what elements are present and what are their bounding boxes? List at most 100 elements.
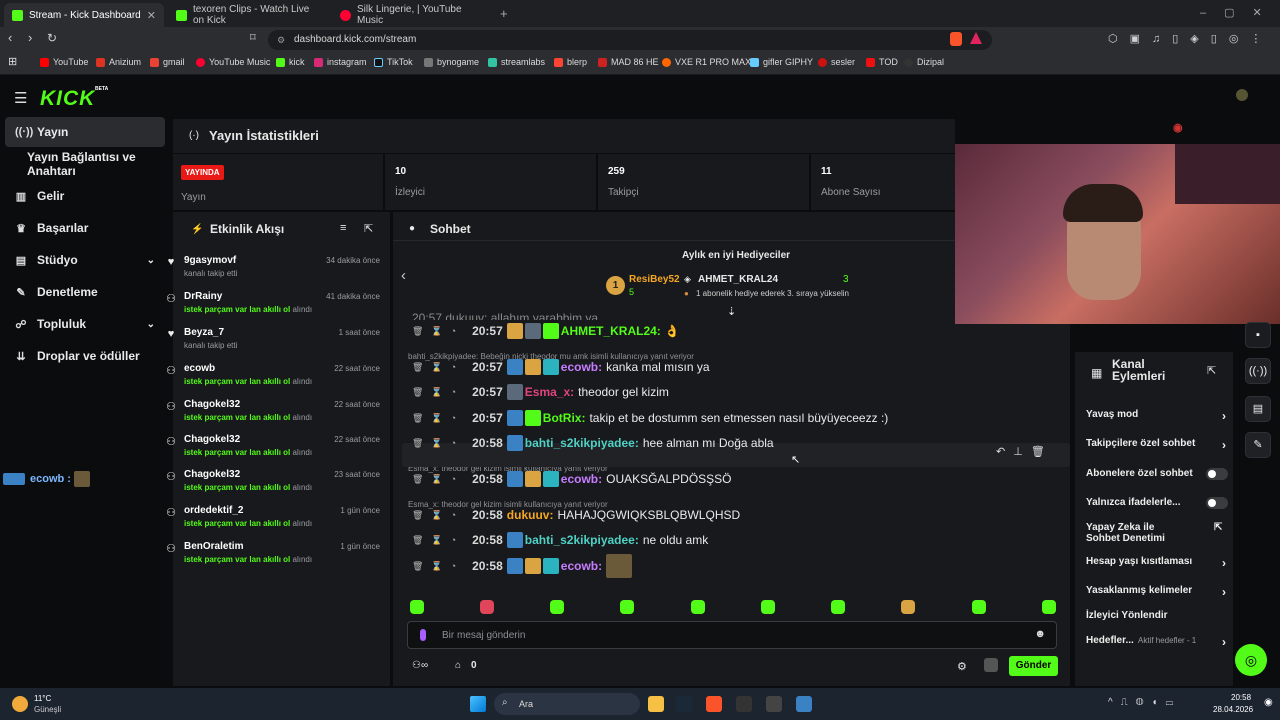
chat-message[interactable]: 🗑⌛◔ 20:58 dukuuv: HAHAJQGWIQKSBLQBWLQHSD — [412, 504, 740, 526]
channel-action-item[interactable]: Yasaklanmış kelimeler › — [1086, 585, 1226, 599]
channel-action-item[interactable]: Yapay Zeka ile Sohbet Denetimi ⇱ — [1086, 522, 1222, 544]
chat-message[interactable]: 🗑⌛◔ 20:58 bahti_s2kikpiyadee: ne oldu amk — [412, 529, 708, 551]
apps-grid-icon[interactable]: ⊞ — [8, 55, 17, 68]
activity-item[interactable]: ⚇ Chagokel32 istek parçam var lan akıllı o… — [166, 434, 384, 457]
nav-droplar[interactable]: ⇊ Droplar ve ödüller — [5, 341, 165, 371]
pin-icon[interactable]: ⊥ — [1013, 445, 1023, 465]
toggle-switch[interactable] — [1206, 497, 1228, 509]
quick-emote-icon[interactable] — [620, 600, 634, 614]
message-username[interactable]: BotRix: — [543, 411, 586, 425]
settings-icon[interactable]: ⚙ — [957, 660, 967, 673]
app-icon[interactable] — [796, 696, 812, 712]
chat-message[interactable]: 🗑⌛◔ 20:58 bahti_s2kikpiyadee: hee alman mı … — [412, 432, 774, 454]
message-username[interactable]: ecowb: — [561, 559, 602, 573]
microphone-icon[interactable] — [420, 629, 426, 641]
wrench-rail-icon[interactable]: ✎ — [1245, 432, 1271, 458]
reply-icon[interactable]: ↶ — [996, 445, 1005, 465]
tab-texoren-clips[interactable]: texoren Clips - Watch Live on Kick — [168, 3, 328, 27]
activity-item[interactable]: ⚇ Chagokel32 istek parçam var lan akıllı o… — [166, 399, 384, 422]
activity-item[interactable]: ⚇ ordedektif_2 istek parçam var lan akıllı… — [166, 505, 384, 528]
bookmark-mad86he[interactable]: MAD 86 HE — [598, 57, 659, 67]
activity-item[interactable]: ⚇ BenOraletim istek parçam var lan akıllı … — [166, 541, 384, 564]
channel-action-item[interactable]: Hedefler... › Aktif hedefler - 1 — [1086, 635, 1226, 649]
chat-message[interactable]: 🗑⌛◔ 20:57 Esma_x: theodor gel kizim — [412, 381, 669, 403]
back-icon[interactable]: ‹ — [8, 30, 12, 45]
brave-rewards-icon[interactable] — [970, 32, 982, 44]
taskbar-search[interactable]: ⌕ Ara — [494, 693, 640, 715]
bookmark-blerp[interactable]: blerp — [554, 57, 587, 67]
steam-icon[interactable] — [676, 696, 692, 712]
channel-action-item[interactable]: İzleyici Yönlendir — [1086, 610, 1226, 621]
bookmark-vxe[interactable]: VXE R1 PRO MAX — [662, 57, 751, 67]
url-field[interactable]: ⚙ dashboard.kick.com/stream — [268, 30, 992, 50]
bookmark-sesler[interactable]: sesler — [818, 57, 855, 67]
moderation-icons[interactable]: 🗑⌛◔ — [412, 510, 464, 521]
nav-topluluk[interactable]: ☍ Topluluk ⌄ — [5, 309, 165, 339]
bookmark-icon[interactable]: ⌑ — [250, 31, 256, 44]
nav-gelir[interactable]: ▥ Gelir — [5, 181, 165, 211]
send-button[interactable]: Gönder — [1009, 656, 1058, 676]
bookmark-bynogame[interactable]: bynogame — [424, 57, 479, 67]
epic-games-icon[interactable] — [736, 696, 752, 712]
nav-studyo[interactable]: ▤ Stüdyo ⌄ — [5, 245, 165, 275]
avatar[interactable] — [1236, 89, 1248, 101]
windows-start-icon[interactable] — [470, 696, 486, 712]
tab-youtube-music[interactable]: Silk Lingerie, | YouTube Music — [332, 3, 492, 27]
reload-icon[interactable]: ↻ — [47, 31, 57, 45]
chat-message[interactable]: 🗑⌛◔ 20:57 ecowb: kanka mal mısın ya — [412, 356, 710, 378]
quick-emote-icon[interactable] — [901, 600, 915, 614]
store-icon[interactable] — [766, 696, 782, 712]
bookmark-tod[interactable]: TOD — [866, 57, 898, 67]
brave-shield-icon[interactable] — [950, 32, 962, 46]
moderation-icons[interactable]: 🗑⌛◔ — [412, 535, 464, 546]
moderation-icons[interactable]: 🗑⌛◔ — [412, 387, 464, 398]
nav-yayin[interactable]: ((·)) Yayın — [5, 117, 165, 147]
delete-icon[interactable]: 🗑 — [1031, 445, 1045, 465]
activity-item[interactable]: ⚇ Chagokel32 istek parçam var lan akıllı o… — [166, 469, 384, 492]
bookmark-tiktok[interactable]: TikTok — [374, 57, 413, 67]
nav-denetleme[interactable]: ✎ Denetleme — [5, 277, 165, 307]
bookmark-youtube[interactable]: YouTube — [40, 57, 88, 67]
bookmark-streamlabs[interactable]: streamlabs — [488, 57, 545, 67]
close-tab-icon[interactable]: ✕ — [147, 9, 156, 22]
moderation-icons[interactable]: 🗑⌛◔ — [412, 326, 464, 337]
new-tab-button[interactable]: + — [500, 6, 508, 21]
quick-emote-icon[interactable] — [410, 600, 424, 614]
nav-basarilar[interactable]: ♛ Başarılar — [5, 213, 165, 243]
moderation-icons[interactable]: 🗑⌛◔ — [412, 474, 464, 485]
forward-icon[interactable]: › — [28, 30, 32, 45]
site-info-icon[interactable]: ⚙ — [277, 30, 285, 50]
bookmark-kick[interactable]: kick — [276, 57, 305, 67]
quick-emote-icon[interactable] — [1042, 600, 1056, 614]
menu-icon[interactable]: ☰ — [14, 89, 27, 107]
moderation-icons[interactable]: 🗑⌛◔ — [412, 413, 464, 424]
bookmark-dizipal[interactable]: Dizipal — [904, 57, 944, 67]
message-username[interactable]: ecowb: — [561, 360, 602, 374]
message-username[interactable]: bahti_s2kikpiyadee: — [525, 436, 639, 450]
message-username[interactable]: ecowb: — [561, 472, 602, 486]
layout-rail-icon[interactable]: ▤ — [1245, 396, 1271, 422]
channel-action-item[interactable]: Takipçilere özel sohbet › — [1086, 438, 1226, 452]
file-explorer-icon[interactable] — [648, 696, 664, 712]
quick-emote-icon[interactable] — [691, 600, 705, 614]
filter-icon[interactable]: ≡ — [340, 222, 346, 234]
quick-emote-icon[interactable] — [480, 600, 494, 614]
message-username[interactable]: bahti_s2kikpiyadee: — [525, 533, 639, 547]
chat-rail-icon[interactable]: ▪ — [1245, 322, 1271, 348]
extension-icons[interactable]: ⬡▣♫▯◈▯◎⋮ — [1108, 32, 1273, 45]
popout-icon[interactable]: ⇱ — [364, 222, 373, 235]
activity-item[interactable]: ♥ 9gasymovf kanalı takip etti 34 dakika önc… — [168, 255, 384, 278]
bookmark-anizium[interactable]: Anizium — [96, 57, 141, 67]
tab-kick-dashboard[interactable]: Stream - Kick Dashboard ✕ — [4, 3, 164, 27]
users-icon[interactable]: ⚇∞ — [412, 660, 428, 671]
brave-icon[interactable] — [706, 696, 722, 712]
emoji-icon[interactable]: ☻ — [1034, 628, 1046, 640]
tray-icons[interactable]: ^⎍◍◖▭ — [1108, 697, 1181, 708]
quick-emote-icon[interactable] — [831, 600, 845, 614]
message-username[interactable]: AHMET_KRAL24: — [561, 324, 661, 338]
popout-icon[interactable]: ⇱ — [1207, 364, 1216, 377]
support-icon[interactable]: ◎ — [1235, 644, 1267, 676]
notification-icon[interactable]: ◉ — [1264, 697, 1273, 708]
channel-action-item[interactable]: Yavaş mod › — [1086, 409, 1226, 423]
kick-logo[interactable]: KICK — [40, 87, 95, 111]
